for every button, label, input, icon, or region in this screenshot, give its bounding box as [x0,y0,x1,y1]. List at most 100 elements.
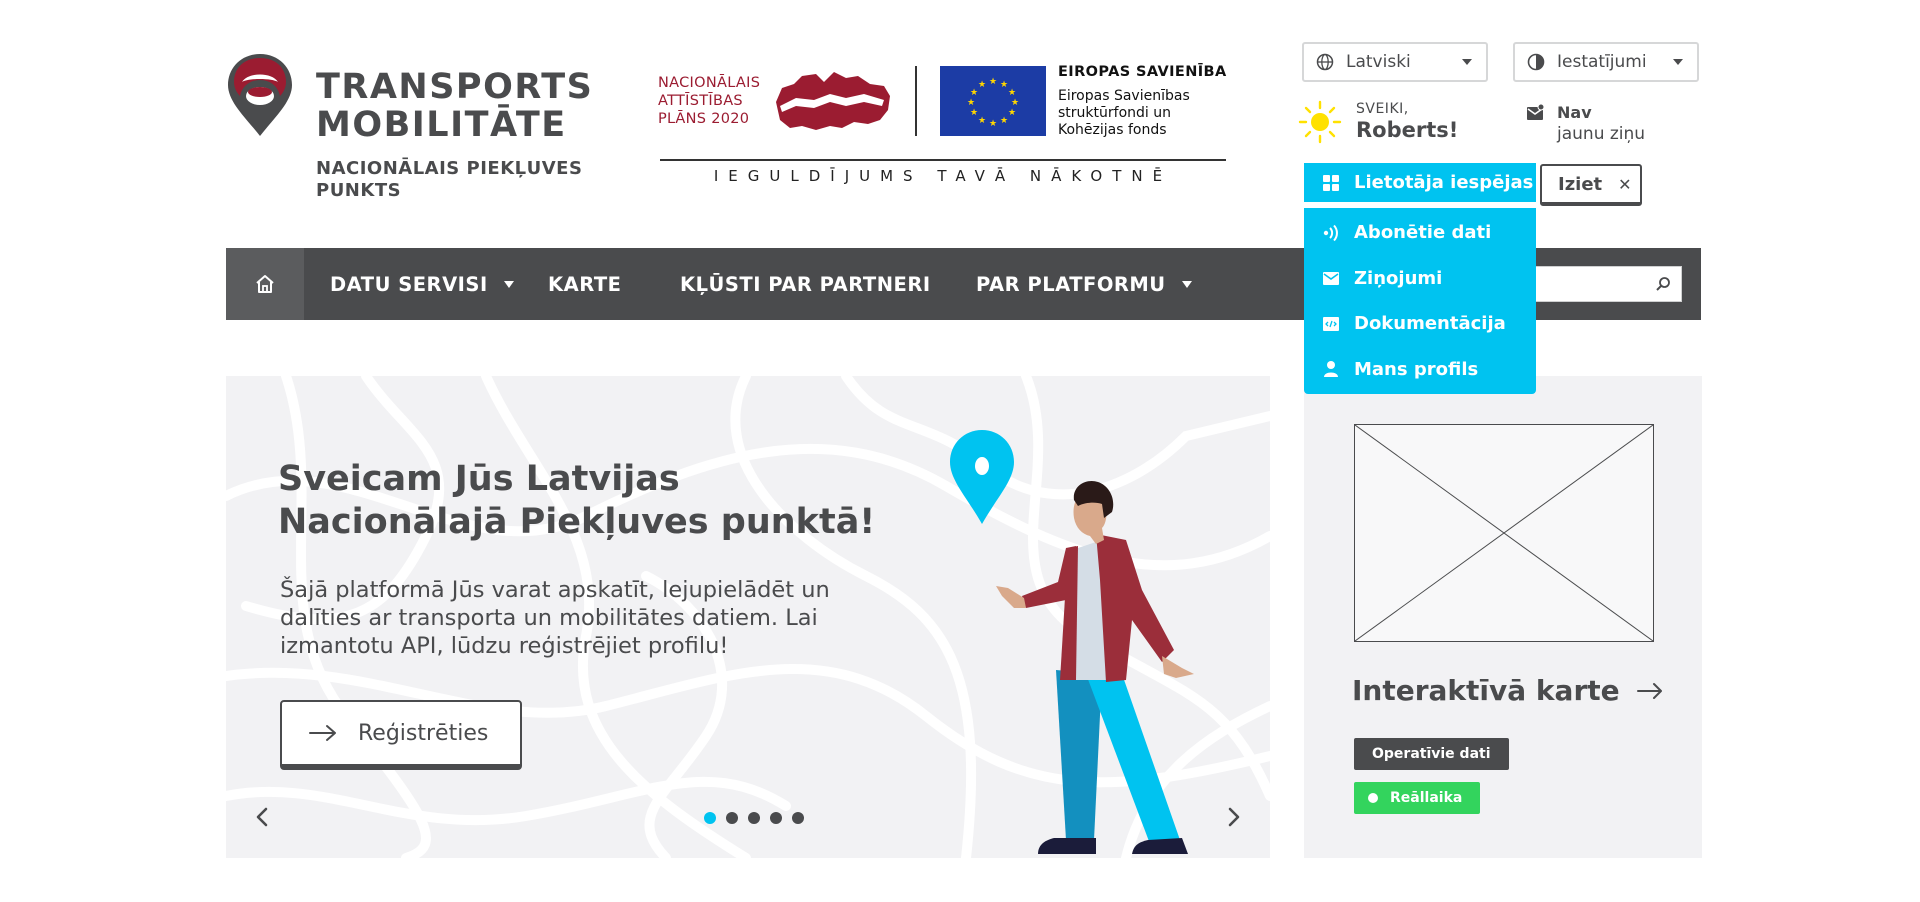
eu-line2: struktūrfondi un [1058,105,1171,121]
nav-item-about-platform[interactable]: PAR PLATFORMU [976,248,1192,320]
language-select-value: Latviski [1346,52,1411,72]
tag-operational-data: Operatīvie dati [1354,738,1509,770]
nav-item-label: PAR PLATFORMU [976,272,1166,296]
nav-item-map[interactable]: KARTE [548,248,621,320]
grid-icon [1323,174,1339,191]
arrow-right-icon [1636,682,1662,699]
nap-logo-text: NACIONĀLAIS ATTĪSTĪBAS PLĀNS 2020 [658,74,760,128]
contrast-icon [1527,53,1545,71]
signal-icon [1323,224,1338,241]
card-title-link[interactable]: Interaktīvā karte [1352,674,1664,707]
user-options-dropdown: Abonētie dati Ziņojumi Dokumentācija Man… [1304,208,1536,394]
svg-text:★: ★ [1011,98,1019,108]
settings-select-value: Iestatījumi [1557,52,1647,72]
sun-icon [1298,100,1342,144]
svg-text:★: ★ [970,108,978,118]
carousel-indicators [704,812,804,824]
svg-text:★: ★ [989,119,997,129]
eu-description: Eiropas Savienības struktūrfondi un Kohē… [1058,88,1190,139]
logout-label: Iziet [1558,173,1603,195]
home-icon [256,275,274,293]
eu-title: EIROPAS SAVIENĪBA [1058,64,1227,80]
eu-flag-icon: ★ ★★ ★★★ ★★★ ★★★ [940,66,1046,136]
menu-item-documentation[interactable]: Dokumentācija [1304,301,1536,347]
home-button[interactable] [226,248,304,320]
hero-carousel: Sveicam Jūs Latvijas Nacionālajā Piekļuv… [226,376,1270,858]
svg-text:★: ★ [967,98,975,108]
interactive-map-card[interactable]: Interaktīvā karte Operatīvie dati Reālla… [1304,376,1702,858]
greeting-name: Roberts! [1356,118,1459,142]
nav-item-label: KĻŪSTI PAR PARTNERI [680,272,931,296]
svg-text:★: ★ [970,88,978,98]
chevron-down-icon [503,280,514,288]
hero-title: Sveicam Jūs Latvijas Nacionālajā Piekļuv… [278,459,876,542]
chevron-down-icon [1462,59,1472,65]
funding-motto: IEGULDĪJUMS TAVĀ NĀKOTNĒ [713,167,1173,185]
eu-line1: Eiropas Savienības [1058,88,1190,104]
register-button-label: Reģistrēties [358,720,489,746]
carousel-dot[interactable] [726,812,738,824]
user-options-button[interactable]: Lietotāja iespējas [1304,163,1536,205]
code-icon [1323,316,1339,331]
svg-text:★: ★ [978,80,986,90]
menu-item-subscribed-data[interactable]: Abonētie dati [1304,210,1536,256]
user-options-label: Lietotāja iespējas [1354,172,1534,193]
carousel-dot[interactable] [748,812,760,824]
nap-line1: NACIONĀLAIS [658,75,761,91]
menu-item-my-profile[interactable]: Mans profils [1304,347,1536,393]
nap-line2: ATTĪSTĪBAS [658,93,743,109]
motto-divider [660,159,1226,161]
svg-text:★: ★ [989,77,997,87]
mail-icon [1323,272,1339,286]
tag-realtime-label: Reāllaika [1390,790,1463,806]
svg-text:★: ★ [1008,88,1016,98]
logo-pin-icon [228,54,292,136]
svg-text:★: ★ [1008,108,1016,118]
menu-item-label: Dokumentācija [1354,313,1506,335]
site-logo[interactable]: TRANSPORTS MOBILITĀTE NACIONĀLAIS PIEKĻU… [226,52,592,201]
nav-item-data-services[interactable]: DATU SERVISI [330,248,514,320]
nav-item-become-partner[interactable]: KĻŪSTI PAR PARTNERI [680,248,931,320]
nap-line3: PLĀNS 2020 [658,111,750,127]
chevron-down-icon [1673,59,1683,65]
nav-item-label: DATU SERVISI [330,272,488,296]
carousel-dot[interactable] [792,812,804,824]
chevron-down-icon [1181,280,1192,288]
image-placeholder [1354,424,1654,642]
menu-item-label: Mans profils [1354,358,1479,380]
card-title: Interaktīvā karte [1352,674,1620,707]
latvia-map-icon [776,72,890,130]
globe-icon [1316,53,1334,71]
logo-title-line2: MOBILITĀTE [316,105,567,145]
tag-realtime: Reāllaika [1354,782,1481,814]
carousel-next-button[interactable] [1226,806,1242,828]
logo-subtitle-line1: NACIONĀLAIS PIEKĻUVES [316,158,583,179]
logo-title-line1: TRANSPORTS [316,67,594,107]
arrow-right-icon [309,725,336,741]
carousel-dot[interactable] [704,812,716,824]
svg-text:★: ★ [978,116,986,126]
svg-text:★: ★ [1000,80,1008,90]
messages-status-detail: jaunu ziņu [1557,124,1646,144]
logo-divider [915,66,917,136]
hero-description: Šajā platformā Jūs varat apskatīt, lejup… [280,577,830,659]
carousel-prev-button[interactable] [254,806,270,828]
menu-item-label: Ziņojumi [1354,267,1443,289]
menu-item-label: Abonētie dati [1354,222,1492,244]
svg-text:★: ★ [1000,116,1008,126]
user-icon [1324,361,1338,378]
status-dot-icon [1368,793,1378,803]
mail-icon[interactable] [1526,104,1544,122]
search-icon[interactable] [1655,276,1671,292]
language-select[interactable]: Latviski [1302,42,1488,82]
register-button[interactable]: Reģistrēties [280,700,522,770]
settings-select[interactable]: Iestatījumi [1513,42,1699,82]
messages-status[interactable]: Nav [1557,103,1592,122]
greeting-label: SVEIKI, [1356,101,1409,117]
logout-button[interactable]: Iziet ✕ [1540,164,1642,206]
eu-line3: Kohēzijas fonds [1058,122,1167,138]
close-icon: ✕ [1618,174,1632,194]
menu-item-messages[interactable]: Ziņojumi [1304,256,1536,302]
carousel-dot[interactable] [770,812,782,824]
person-illustration [950,430,1194,854]
